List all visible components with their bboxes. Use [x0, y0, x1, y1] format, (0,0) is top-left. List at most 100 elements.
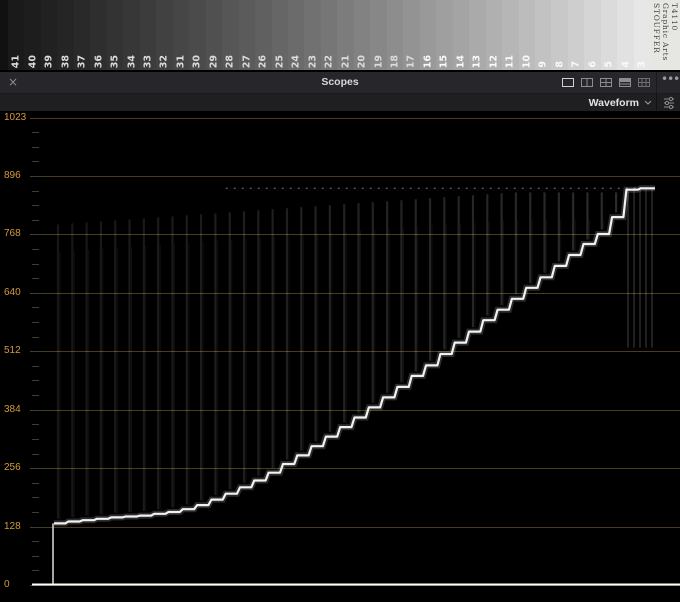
wedge-brand-line2: Graphic Arts — [661, 3, 670, 62]
scope-type-dropdown[interactable]: Waveform — [589, 95, 652, 110]
wedge-step: 22 — [320, 0, 338, 70]
wedge-step: 9 — [535, 0, 552, 70]
wedge-step: 14 — [452, 0, 470, 70]
y-axis-label: 1023 — [4, 112, 27, 123]
wedge-step-number: 15 — [438, 54, 450, 68]
wedge-step: 19 — [370, 0, 387, 70]
wedge-step-number: 32 — [158, 54, 170, 68]
wedge-step: 23 — [304, 0, 321, 70]
wedge-brand-line3: T4110 — [670, 3, 679, 32]
wedge-step-number: 39 — [43, 54, 55, 68]
wedge-step-number: 6 — [586, 61, 598, 68]
wedge-step-number: 35 — [109, 54, 121, 68]
wedge-step: 13 — [469, 0, 486, 70]
wedge-step: 16 — [419, 0, 437, 70]
wedge-step-number: 29 — [208, 54, 220, 68]
wedge-step: 15 — [436, 0, 453, 70]
title-bar-divider — [656, 72, 657, 93]
wedge-step: 40 — [24, 0, 41, 70]
wedge-step-number: 19 — [372, 54, 384, 68]
wedge-step-number: 7 — [570, 61, 582, 68]
wedge-step-number: 14 — [455, 54, 467, 68]
wedge-step: 12 — [485, 0, 503, 70]
wedge-step: 10 — [518, 0, 535, 70]
y-axis-label: 896 — [4, 169, 21, 181]
wedge-step-number: 38 — [59, 54, 71, 68]
wedge-step-number: 22 — [323, 54, 335, 68]
wedge-step-number: 4 — [619, 61, 631, 68]
wedge-step: 4 — [617, 0, 634, 70]
wedge-step: 24 — [287, 0, 305, 70]
wedge-step-number: 20 — [356, 54, 368, 68]
wedge-step-number: 34 — [125, 54, 137, 68]
wedge-step: 30 — [189, 0, 206, 70]
y-axis-label: 0 — [4, 579, 10, 590]
wedge-step-number: 13 — [471, 54, 483, 68]
wedge-step: 25 — [271, 0, 288, 70]
wedge-step-number: 36 — [92, 54, 104, 68]
wedge-step-number: 3 — [636, 61, 648, 68]
wedge-step: 18 — [386, 0, 404, 70]
wedge-step: 3 — [633, 0, 651, 70]
y-axis-label: 640 — [4, 286, 21, 298]
single-view-icon[interactable] — [560, 75, 576, 90]
y-axis-label: 256 — [4, 462, 21, 474]
scope-type-label: Waveform — [588, 96, 639, 109]
wedge-step-number: 18 — [389, 54, 401, 68]
wedge-step: 32 — [156, 0, 173, 70]
y-axis-label: 768 — [4, 228, 21, 240]
wedge-step-number: 26 — [257, 54, 269, 68]
wedge-step-number: 41 — [10, 54, 22, 68]
wedge-step-number: 33 — [142, 54, 154, 68]
wedge-step: 20 — [353, 0, 371, 70]
wedge-step-number: 5 — [603, 61, 615, 68]
waveform-plot — [30, 118, 680, 586]
wedge-step: 33 — [139, 0, 157, 70]
y-axis-label: 512 — [4, 345, 21, 357]
wedge-step: 28 — [222, 0, 239, 70]
wedge-step-number: 37 — [76, 54, 88, 68]
step-wedge-steps: 41 40 39 38 37 36 35 34 33 32 31 30 29 28 27 26 25 24 23 22… — [8, 0, 651, 70]
y-axis-label: 128 — [4, 520, 21, 532]
wedge-step-number: 8 — [553, 61, 565, 68]
quad-view-icon[interactable] — [598, 75, 614, 90]
wedge-step: 29 — [205, 0, 223, 70]
wedge-step: 39 — [40, 0, 58, 70]
settings-sliders-icon[interactable] — [662, 95, 676, 110]
scopes-title-bar: × Scopes ••• — [0, 72, 680, 94]
wedge-step-number: 27 — [241, 54, 253, 68]
wedge-step-number: 10 — [521, 54, 533, 68]
scope-layout-buttons — [560, 75, 655, 90]
more-options-icon[interactable]: ••• — [661, 73, 680, 89]
wedge-step-number: 31 — [175, 54, 187, 68]
grid-view-icon[interactable] — [636, 75, 652, 90]
wedge-step: 21 — [337, 0, 354, 70]
wedge-step: 38 — [57, 0, 74, 70]
step-wedge-strip: 41 40 39 38 37 36 35 34 33 32 31 30 29 28 27 26 25 24 23 22… — [0, 0, 680, 70]
wedge-step-number: 17 — [405, 54, 417, 68]
wedge-step: 31 — [172, 0, 190, 70]
scope-toolbar: Waveform — [0, 94, 680, 111]
wedge-step: 8 — [551, 0, 568, 70]
wedge-brand-label: STOUFFER Graphic Arts T4110 — [650, 0, 680, 70]
wedge-step-number: 16 — [422, 54, 434, 68]
waveform-scope: 1023 896 768 640 512 384 256 128 0 — [0, 111, 680, 602]
wedge-step-number: 23 — [306, 54, 318, 68]
wedge-brand-line1: STOUFFER — [652, 3, 661, 54]
toolbar-divider — [656, 94, 657, 111]
wedge-step: 26 — [255, 0, 272, 70]
wedge-step-number: 28 — [224, 54, 236, 68]
wedge-step: 7 — [567, 0, 585, 70]
wedge-step-number: 40 — [26, 54, 38, 68]
wedge-step: 6 — [584, 0, 601, 70]
wedge-step-number: 11 — [504, 54, 516, 68]
wedge-step-number: 21 — [339, 54, 351, 68]
y-axis-label: 384 — [4, 403, 21, 415]
dual-view-icon[interactable] — [579, 75, 595, 90]
wedge-step-number: 30 — [191, 54, 203, 68]
wedge-step: 36 — [90, 0, 107, 70]
chevron-down-icon — [644, 100, 652, 105]
wedge-step: 27 — [238, 0, 256, 70]
stacked-view-icon[interactable] — [617, 75, 633, 90]
wedge-step-number: 24 — [290, 54, 302, 68]
